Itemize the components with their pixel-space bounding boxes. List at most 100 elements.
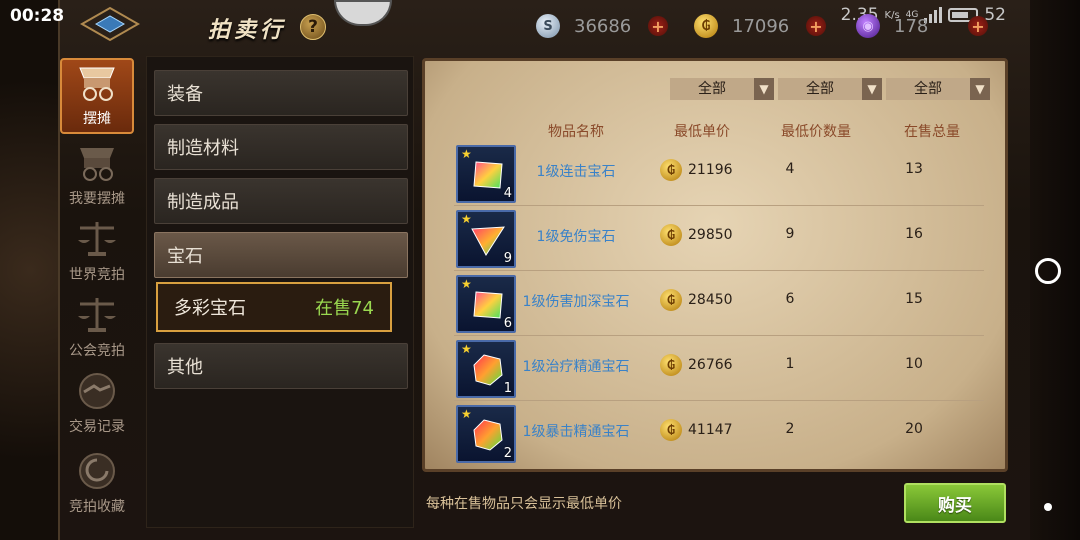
nav-label: 公会竞拍 [69, 343, 125, 359]
item-slot: ★ 6 [456, 275, 516, 333]
item-total: 13 [905, 161, 923, 177]
gem-icon [473, 354, 503, 386]
item-min-qty: 9 [785, 226, 795, 242]
item-total: 20 [905, 421, 923, 437]
gold-coin-icon: ₲ [694, 14, 718, 38]
nav-label: 我要摆摊 [69, 191, 125, 207]
item-quantity: 1 [503, 381, 512, 396]
item-min-qty: 4 [785, 161, 795, 177]
nav-stall[interactable]: 摆摊 [60, 58, 134, 134]
stall-cart-icon [79, 67, 115, 101]
nav-my-stall[interactable]: 我要摆摊 [60, 136, 134, 212]
add-gold-button[interactable]: + [806, 16, 826, 36]
item-slot: ★ 4 [456, 145, 516, 203]
gold-coin-icon: ₲ [660, 289, 682, 311]
item-price: ₲ 21196 [660, 159, 733, 181]
status-clock: 00:28 [10, 6, 65, 26]
gem-icon [471, 226, 505, 256]
currency-value: 36686 [574, 15, 632, 37]
item-quantity: 4 [503, 186, 512, 201]
item-quantity: 6 [503, 316, 512, 331]
price-value: 26766 [688, 357, 733, 373]
currency-gold: ₲ 17096 + [694, 14, 826, 38]
item-min-qty: 1 [785, 356, 795, 372]
column-header-name: 物品名称 [548, 124, 604, 140]
filter-dropdown-1[interactable]: 全部 ▼ [670, 78, 774, 100]
cart-icon [80, 148, 114, 181]
category-equipment[interactable]: 装备 [154, 70, 408, 116]
item-price: ₲ 28450 [660, 289, 733, 311]
item-quantity: 9 [503, 251, 512, 266]
star-icon: ★ [461, 342, 472, 356]
category-crafted[interactable]: 制造成品 [154, 178, 408, 224]
guild-scales-icon [78, 298, 116, 332]
table-row[interactable]: ★ 4 1级连击宝石 ₲ 21196 4 13 [454, 142, 984, 206]
item-min-qty: 2 [785, 421, 795, 437]
nav-trade-records[interactable]: 交易记录 [60, 364, 134, 440]
left-backdrop [0, 0, 62, 540]
item-quantity: 2 [503, 446, 512, 461]
table-row[interactable]: ★ 9 1级免伤宝石 ₲ 29850 9 16 [454, 207, 984, 271]
table-row[interactable]: ★ 1 1级治疗精通宝石 ₲ 26766 1 10 [454, 337, 984, 401]
item-total: 10 [905, 356, 923, 372]
item-name: 1级治疗精通宝石 [522, 359, 630, 375]
buy-button[interactable]: 购买 [904, 483, 1006, 523]
item-price: ₲ 29850 [660, 224, 733, 246]
currency-value: 17096 [732, 15, 790, 37]
star-icon: ★ [461, 147, 472, 161]
currency-gem: ◉ 178 + [856, 14, 988, 38]
price-value: 41147 [688, 422, 733, 438]
gem-icon [473, 161, 503, 189]
gold-coin-icon: ₲ [660, 354, 682, 376]
page-title: 拍卖行 [208, 18, 287, 43]
filter-label: 全部 [886, 78, 970, 100]
category-other[interactable]: 其他 [154, 343, 408, 389]
chevron-down-icon: ▼ [754, 78, 774, 100]
purple-gem-icon: ◉ [856, 14, 880, 38]
add-silver-button[interactable]: + [648, 16, 668, 36]
subcategory-label: 多彩宝石 [174, 298, 246, 319]
nav-world-auction[interactable]: 世界竞拍 [60, 212, 134, 288]
price-value: 28450 [688, 292, 733, 308]
item-price: ₲ 26766 [660, 354, 733, 376]
category-gems[interactable]: 宝石 [154, 232, 408, 278]
help-button[interactable]: ? [300, 14, 326, 40]
filter-label: 全部 [778, 78, 862, 100]
gold-coin-icon: ₲ [660, 159, 682, 181]
subcategory-count: 在售74 [315, 298, 374, 319]
item-total: 15 [905, 291, 923, 307]
column-header-price: 最低单价 [674, 124, 730, 140]
category-materials[interactable]: 制造材料 [154, 124, 408, 170]
nav-guild-auction[interactable]: 公会竞拍 [60, 288, 134, 364]
item-slot: ★ 2 [456, 405, 516, 463]
price-value: 21196 [688, 162, 733, 178]
home-circle-icon[interactable] [1035, 258, 1061, 284]
nav-label: 交易记录 [69, 419, 125, 435]
star-icon: ★ [461, 212, 472, 226]
chevron-down-icon: ▼ [970, 78, 990, 100]
nav-auction-collection[interactable]: 竞拍收藏 [60, 444, 134, 520]
nav-label: 竞拍收藏 [69, 499, 125, 515]
item-name: 1级暴击精通宝石 [522, 424, 630, 440]
item-name: 1级伤害加深宝石 [522, 294, 630, 310]
filter-dropdown-2[interactable]: 全部 ▼ [778, 78, 882, 100]
add-gem-button[interactable]: + [968, 16, 988, 36]
star-icon: ★ [461, 277, 472, 291]
column-header-total: 在售总量 [904, 124, 960, 140]
nav-label: 世界竞拍 [69, 267, 125, 283]
diamond-emblem-icon [79, 6, 141, 42]
item-price: ₲ 41147 [660, 419, 733, 441]
nav-dot-icon[interactable] [1044, 503, 1052, 511]
column-header-min-qty: 最低价数量 [781, 124, 851, 140]
chevron-down-icon: ▼ [862, 78, 882, 100]
filter-dropdown-3[interactable]: 全部 ▼ [886, 78, 990, 100]
silver-coin-icon: S [536, 14, 560, 38]
subcategory-colorful-gems[interactable]: 多彩宝石 在售74 [156, 282, 392, 332]
item-name: 1级免伤宝石 [536, 229, 616, 245]
table-row[interactable]: ★ 6 1级伤害加深宝石 ₲ 28450 6 15 [454, 272, 984, 336]
star-icon: ★ [461, 407, 472, 421]
item-min-qty: 6 [785, 291, 795, 307]
nav-label: 摆摊 [83, 111, 111, 127]
table-row[interactable]: ★ 2 1级暴击精通宝石 ₲ 41147 2 20 [454, 402, 984, 466]
collection-icon [79, 453, 115, 489]
